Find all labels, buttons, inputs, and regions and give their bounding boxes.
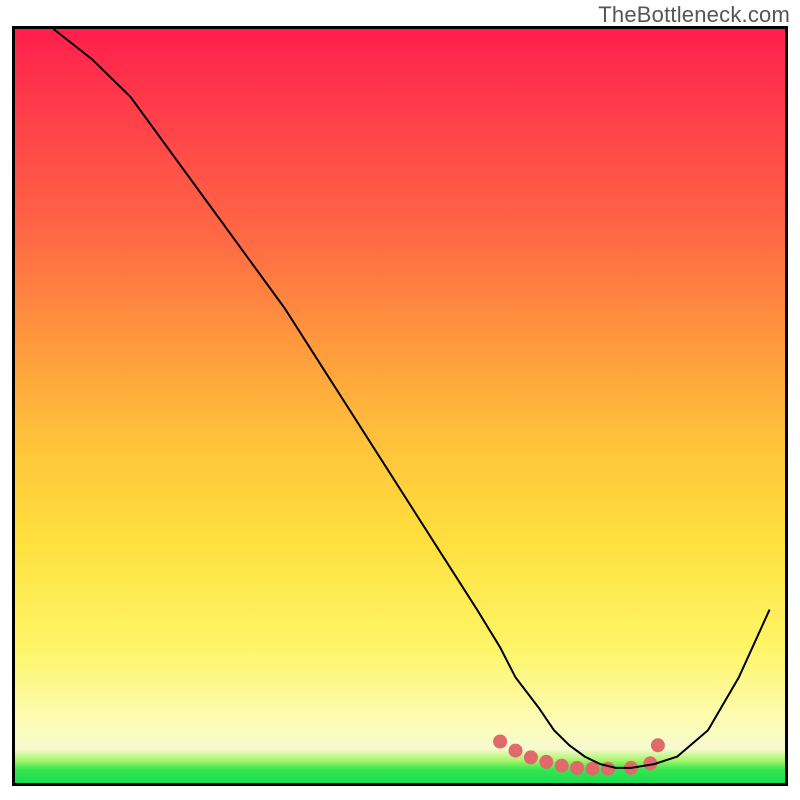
min-band-markers xyxy=(493,735,665,776)
min-marker-dot xyxy=(555,759,569,773)
chart-container: TheBottleneck.com xyxy=(0,0,800,800)
min-marker-dot xyxy=(509,744,523,758)
min-marker-dot xyxy=(539,755,553,769)
curve-layer xyxy=(15,29,785,783)
min-marker-dot xyxy=(524,750,538,764)
min-marker-dot xyxy=(493,735,507,749)
bottleneck-curve xyxy=(54,29,770,768)
watermark-text: TheBottleneck.com xyxy=(598,2,790,28)
min-marker-dot xyxy=(570,761,584,775)
min-marker-dot xyxy=(651,738,665,752)
plot-frame xyxy=(12,26,788,786)
